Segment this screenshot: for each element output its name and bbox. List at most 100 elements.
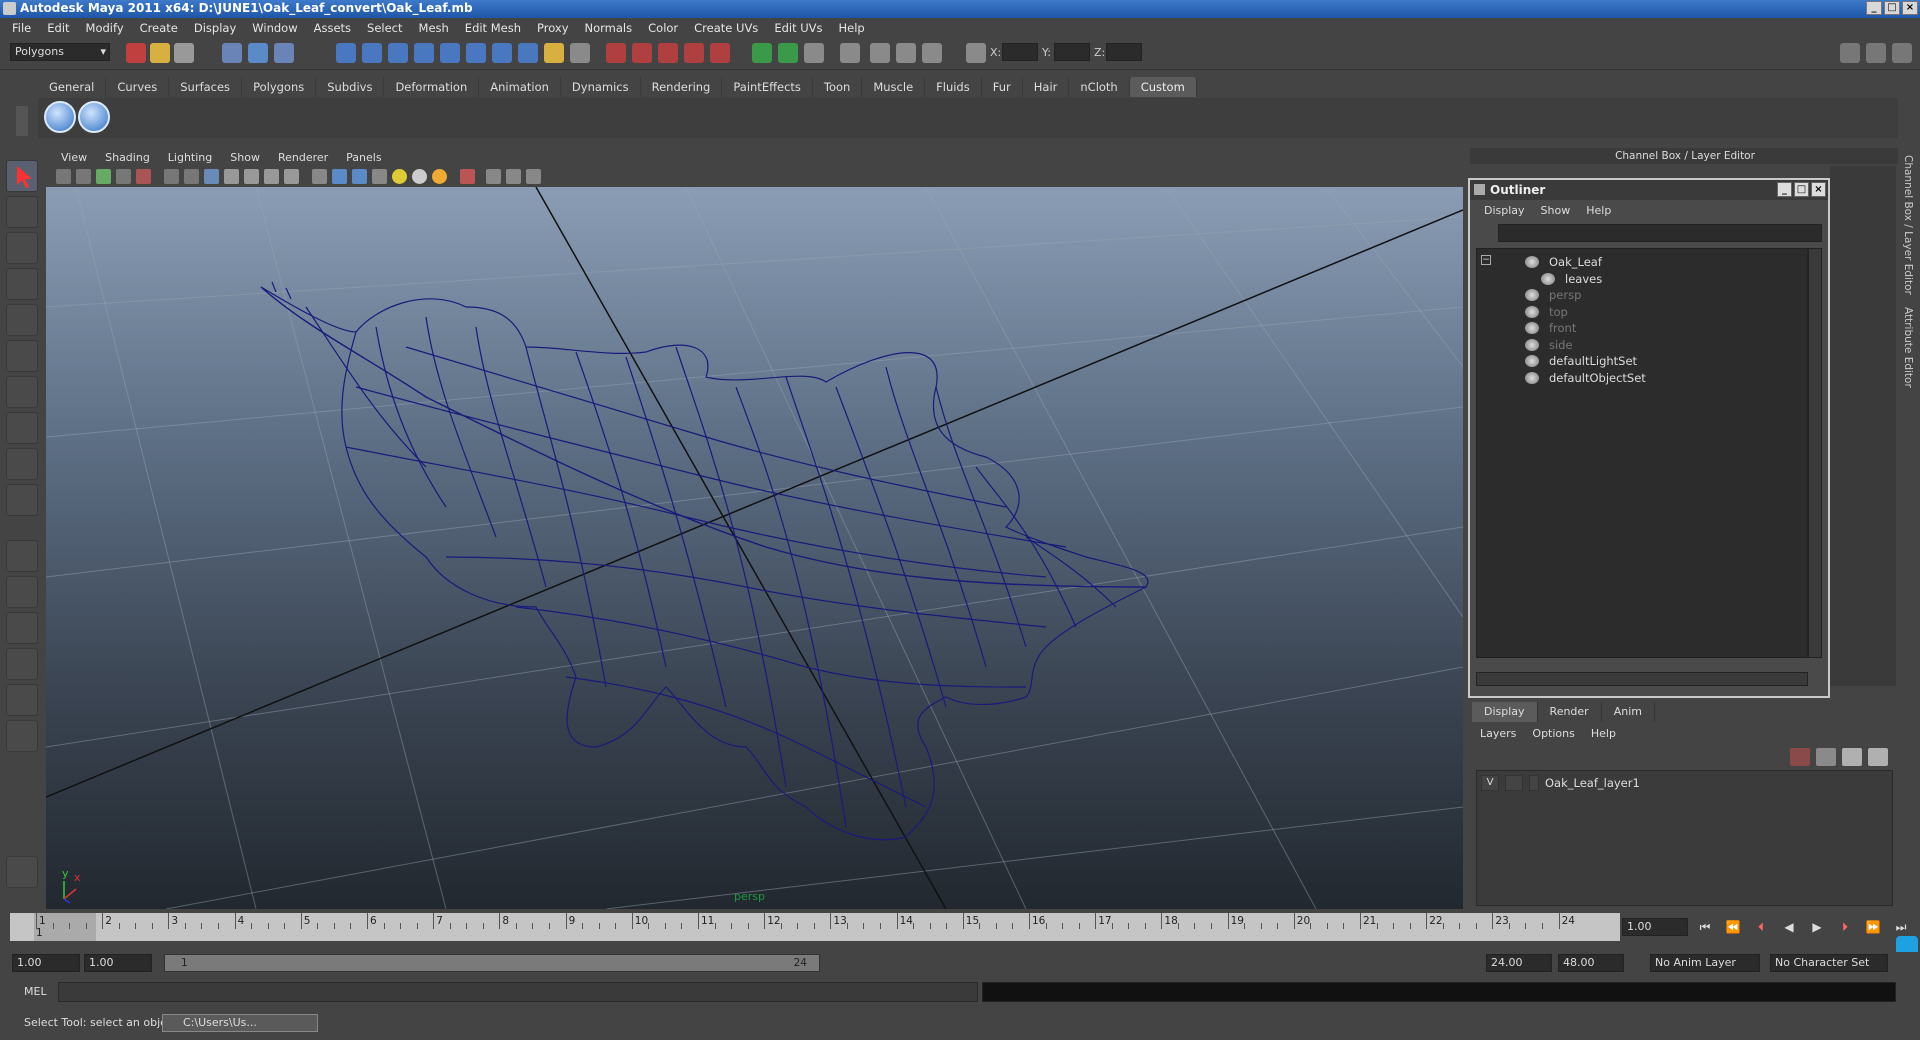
- minimize-button[interactable]: _: [1866, 1, 1882, 15]
- gate-mask-icon[interactable]: [224, 169, 239, 184]
- outliner-item[interactable]: persp: [1525, 286, 1581, 304]
- outliner-icon[interactable]: [922, 43, 942, 63]
- layer-row[interactable]: V Oak_Leaf_layer1: [1481, 773, 1640, 793]
- relative-transform-icon[interactable]: [966, 43, 986, 63]
- shelf-tab-muscle[interactable]: Muscle: [862, 77, 926, 97]
- menu-create-uvs[interactable]: Create UVs: [686, 21, 766, 35]
- wireframe-icon[interactable]: [312, 169, 327, 184]
- make-live-icon[interactable]: [440, 43, 460, 63]
- outliner-vertical-scrollbar[interactable]: [1808, 248, 1822, 658]
- shelf-tab-subdivs[interactable]: Subdivs: [316, 77, 385, 97]
- outliner-item[interactable]: Oak_Leaf: [1525, 253, 1602, 271]
- persp-graph-layout-icon[interactable]: [6, 648, 38, 680]
- select-camera-icon[interactable]: [56, 169, 71, 184]
- input-line-icon[interactable]: [752, 43, 772, 63]
- construction-history-icon[interactable]: [570, 43, 590, 63]
- lasso-tool-icon[interactable]: [6, 196, 38, 228]
- shelf-tab-general[interactable]: General: [38, 77, 107, 97]
- menu-color[interactable]: Color: [640, 21, 686, 35]
- layer-menu-options[interactable]: Options: [1524, 727, 1582, 740]
- shelf-check-button-2[interactable]: [78, 101, 110, 133]
- shelf-tab-hair[interactable]: Hair: [1023, 77, 1070, 97]
- grid-icon[interactable]: [164, 169, 179, 184]
- transform-icon[interactable]: [778, 43, 798, 63]
- viewport-menu-panels[interactable]: Panels: [337, 151, 390, 164]
- layer-visibility-toggle[interactable]: V: [1481, 775, 1499, 791]
- inputs-icon[interactable]: [492, 43, 512, 63]
- viewport-menu-renderer[interactable]: Renderer: [269, 151, 337, 164]
- shelf-tab-custom[interactable]: Custom: [1129, 77, 1197, 97]
- oak-leaf-mesh[interactable]: [260, 281, 1149, 841]
- anim-end-field[interactable]: 48.00: [1558, 954, 1624, 972]
- outliner-horizontal-scrollbar[interactable]: [1476, 672, 1808, 686]
- render-current-icon[interactable]: [606, 43, 626, 63]
- show-channel-box-icon[interactable]: [1892, 43, 1912, 63]
- collapse-icon[interactable]: −: [1481, 255, 1491, 265]
- shelf-tab-deformation[interactable]: Deformation: [384, 77, 480, 97]
- menuset-dropdown[interactable]: Polygons ▾: [10, 43, 110, 61]
- help-icon[interactable]: [518, 43, 538, 63]
- show-attribute-editor-icon[interactable]: [1840, 43, 1860, 63]
- history-icon[interactable]: [466, 43, 486, 63]
- anim-layer-dropdown[interactable]: No Anim Layer: [1650, 954, 1760, 972]
- four-view-layout-icon[interactable]: [6, 576, 38, 608]
- outliner-item[interactable]: defaultObjectSet: [1525, 369, 1646, 387]
- viewport-menu-show[interactable]: Show: [221, 151, 269, 164]
- snap-grid-icon[interactable]: [336, 43, 356, 63]
- high-quality-icon[interactable]: [432, 169, 447, 184]
- shelf-tab-surfaces[interactable]: Surfaces: [169, 77, 243, 97]
- step-forward-key-icon[interactable]: ⏵: [1834, 918, 1856, 936]
- xray-joints-icon[interactable]: [506, 169, 521, 184]
- layer-menu-layers[interactable]: Layers: [1472, 727, 1524, 740]
- shelf-tab-rendering[interactable]: Rendering: [641, 77, 723, 97]
- bookmarks-icon[interactable]: [96, 169, 111, 184]
- display-icon[interactable]: [840, 43, 860, 63]
- outliner-item[interactable]: side: [1525, 336, 1573, 354]
- persp-outliner-layout-icon[interactable]: [6, 612, 38, 644]
- shelf-tab-polygons[interactable]: Polygons: [242, 77, 317, 97]
- outliner-item[interactable]: defaultLightSet: [1525, 352, 1637, 370]
- shelf-tab-fluids[interactable]: Fluids: [925, 77, 982, 97]
- image-plane-icon[interactable]: [116, 169, 131, 184]
- scale-tool-icon[interactable]: [6, 340, 38, 372]
- range-slider[interactable]: 1 24: [164, 954, 820, 972]
- layout-icon[interactable]: [870, 43, 890, 63]
- character-set-dropdown[interactable]: No Character Set: [1770, 954, 1888, 972]
- layer-type-toggle[interactable]: [1505, 775, 1523, 791]
- outliner-item[interactable]: top: [1525, 303, 1568, 321]
- time-slider[interactable]: 1 1 2 3 4 5 6 7 8 9 10 11 12 13 14 15 16 17 18 19 20 21 22 23 2…: [10, 913, 1620, 941]
- step-back-key-icon[interactable]: ⏴: [1750, 918, 1772, 936]
- x-field[interactable]: [1002, 43, 1038, 61]
- menu-modify[interactable]: Modify: [78, 21, 132, 35]
- channel-box-side-tab[interactable]: Channel Box / Layer Editor: [1902, 155, 1914, 295]
- y-field[interactable]: [1054, 43, 1090, 61]
- move-tool-icon[interactable]: [6, 268, 38, 300]
- manipulator-tool-icon[interactable]: [6, 376, 38, 408]
- create-empty-layer-icon[interactable]: [1842, 748, 1862, 766]
- layer-tab-display[interactable]: Display: [1472, 702, 1538, 722]
- shelf-tab-curves[interactable]: Curves: [106, 77, 170, 97]
- shelf-check-button-1[interactable]: [44, 101, 76, 133]
- snap-curve-icon[interactable]: [362, 43, 382, 63]
- step-back-frame-icon[interactable]: ⏪: [1722, 918, 1744, 936]
- persp-graph-hypergraph-layout-icon[interactable]: [6, 720, 38, 752]
- z-field[interactable]: [1106, 43, 1142, 61]
- select-object-icon[interactable]: [248, 43, 268, 63]
- menu-create[interactable]: Create: [132, 21, 186, 35]
- ipr-render-icon[interactable]: [632, 43, 652, 63]
- move-layer-up-icon[interactable]: [1790, 748, 1810, 766]
- last-tool-icon[interactable]: [6, 484, 38, 516]
- menu-edit-uvs[interactable]: Edit UVs: [766, 21, 830, 35]
- outliner-item[interactable]: front: [1525, 319, 1576, 337]
- anim-start-field[interactable]: 1.00: [12, 954, 80, 972]
- hypershade-layout-icon[interactable]: [6, 684, 38, 716]
- rotate-tool-icon[interactable]: [6, 304, 38, 336]
- menu-select[interactable]: Select: [359, 21, 410, 35]
- layer-color-swatch[interactable]: [1529, 775, 1539, 791]
- show-tool-settings-icon[interactable]: [1866, 43, 1886, 63]
- select-hierarchy-icon[interactable]: [222, 43, 242, 63]
- minimized-window-tab[interactable]: C:\Users\Us...: [162, 1014, 318, 1032]
- command-language-label[interactable]: MEL: [24, 985, 47, 998]
- outliner-maximize-button[interactable]: □: [1794, 182, 1809, 197]
- menu-normals[interactable]: Normals: [577, 21, 641, 35]
